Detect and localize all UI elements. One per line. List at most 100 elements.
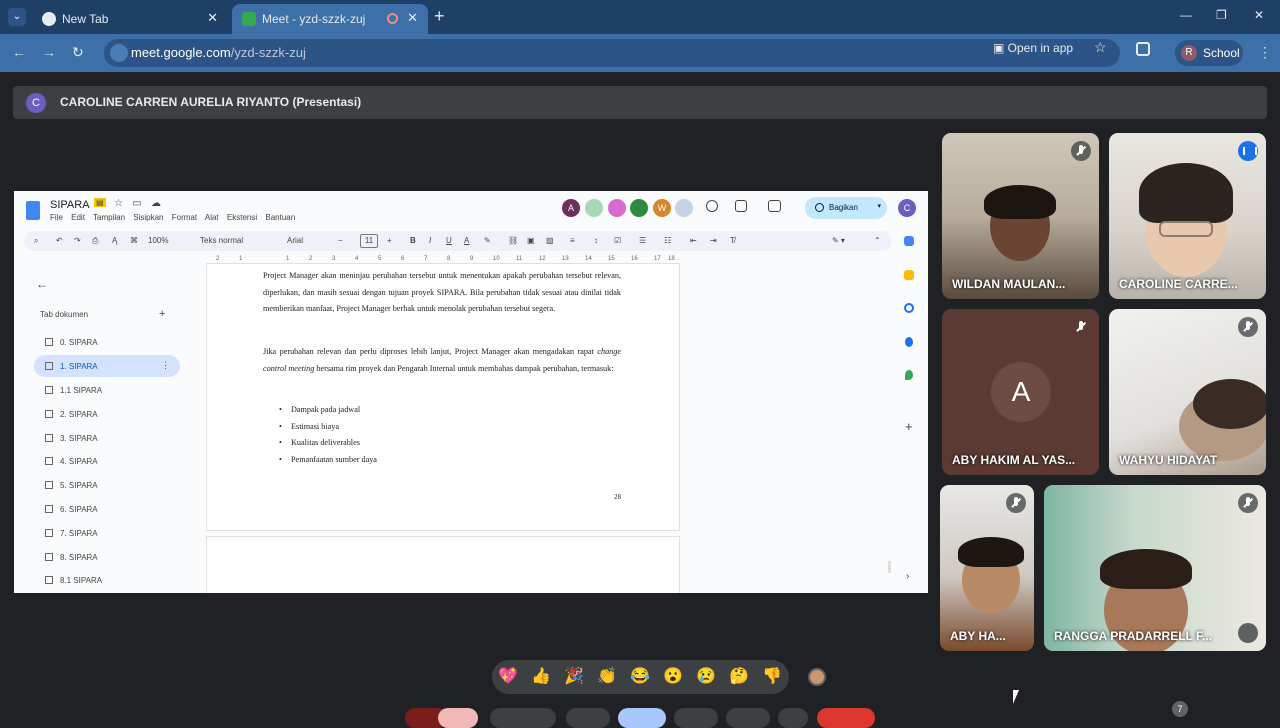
- bold-icon: B: [410, 236, 416, 245]
- ruler-tick: 13: [562, 256, 569, 262]
- raise-hand-button[interactable]: [674, 708, 718, 728]
- back-icon[interactable]: ←: [12, 44, 26, 60]
- participant-tile[interactable]: A ABY HAKIM AL YAS...: [942, 309, 1099, 475]
- participant-tile[interactable]: WAHYU HIDAYAT: [1109, 309, 1266, 475]
- doc-tab-item: 0. SIPARA: [34, 331, 180, 353]
- doc-tab-label: 0. SIPARA: [60, 338, 98, 347]
- reaction-surprised[interactable]: 😮: [663, 667, 683, 687]
- browser-menu-icon[interactable]: ⋮: [1258, 44, 1272, 61]
- expand-panel-icon: ›: [906, 571, 910, 582]
- italic-icon: I: [429, 236, 432, 245]
- ruler-tick: 1: [286, 256, 290, 262]
- skin-tone-button[interactable]: [808, 668, 826, 686]
- more-icon: ⋮: [161, 360, 170, 370]
- camera-button[interactable]: [438, 708, 478, 728]
- menu-insert: Sisipkan: [133, 213, 164, 222]
- reaction-thinking[interactable]: 🤔: [729, 667, 749, 687]
- new-tab-button[interactable]: +: [434, 6, 445, 27]
- add-addon-icon: +: [905, 419, 913, 434]
- participant-tile[interactable]: CAROLINE CARRE...: [1109, 133, 1266, 299]
- profile-button[interactable]: R School: [1175, 40, 1243, 66]
- leave-call-button[interactable]: [817, 708, 875, 728]
- pip-icon[interactable]: [1238, 623, 1258, 643]
- open-in-app-button[interactable]: ▣ Open in app: [993, 41, 1073, 55]
- maximize-icon[interactable]: ❐: [1216, 8, 1227, 22]
- print-icon: ⎙: [92, 236, 99, 245]
- reload-icon[interactable]: ↻: [72, 44, 84, 61]
- presenter-avatar: C: [26, 93, 46, 113]
- reaction-thumbs-up[interactable]: 👍: [531, 667, 551, 687]
- site-info-icon[interactable]: [110, 44, 128, 62]
- clear-format-icon: T̸: [730, 236, 735, 245]
- folder-icon: ▭: [132, 198, 142, 209]
- undo-icon: ↶: [56, 236, 63, 245]
- captions-button[interactable]: [490, 708, 556, 728]
- meet-present-icon: [768, 200, 781, 212]
- meet-icon: [242, 12, 256, 26]
- shared-screen: SIPARA ▤ ☆ ▭ ☁ File Edit Tampilan Sisipk…: [14, 191, 928, 593]
- participant-avatar: A: [991, 362, 1051, 422]
- reaction-sad[interactable]: 😢: [696, 667, 716, 687]
- chrome-icon: [42, 12, 56, 26]
- video-hair: [1100, 549, 1192, 589]
- back-arrow-icon: ←: [36, 277, 48, 291]
- address-bar[interactable]: meet.google.com/yzd-szzk-zuj: [104, 39, 1120, 67]
- ruler-tick: 11: [516, 256, 523, 262]
- comment-add-icon: ▣: [527, 236, 535, 245]
- doc-tab-item: 8.1 SIPARA: [34, 569, 180, 591]
- tab-strip: ⌄ New Tab ✕ Meet - yzd-szzk-zuj ✕ + — ❐ …: [0, 0, 1280, 34]
- ruler-tick: 14: [585, 256, 592, 262]
- doc-menu-bar: File Edit Tampilan Sisipkan Format Alat …: [50, 213, 301, 222]
- doc-tab-item: 6. SIPARA: [34, 498, 180, 520]
- ruler-tick: 5: [378, 256, 382, 262]
- star-icon: ☆: [114, 198, 123, 209]
- doc-tab-item: 8. SIPARA: [34, 546, 180, 568]
- reaction-party[interactable]: 🎉: [564, 667, 584, 687]
- mic-off-icon: [1238, 317, 1258, 337]
- bookmark-star-icon[interactable]: ☆: [1094, 39, 1107, 56]
- extra-button[interactable]: [778, 708, 808, 728]
- reaction-laugh[interactable]: 😂: [630, 667, 650, 687]
- align-icon: ≡: [570, 236, 575, 245]
- reaction-thumbs-down[interactable]: 👎: [762, 667, 782, 687]
- tab-meet[interactable]: Meet - yzd-szzk-zuj ✕: [232, 4, 428, 34]
- minimize-icon[interactable]: —: [1180, 8, 1192, 22]
- cloud-icon: ☁: [151, 198, 161, 209]
- participant-tile[interactable]: ABY HA...: [940, 485, 1034, 651]
- tab-new-tab[interactable]: New Tab ✕: [32, 4, 228, 34]
- tab-search-button[interactable]: ⌄: [8, 8, 26, 26]
- close-window-icon[interactable]: ✕: [1254, 8, 1264, 22]
- doc-tab-item-active: 1. SIPARA ⋮: [34, 355, 180, 377]
- close-tab-icon[interactable]: ✕: [207, 10, 218, 26]
- presenter-label: CAROLINE CARREN AURELIA RIYANTO (Present…: [60, 95, 362, 109]
- doc-bullet-list: Dampak pada jadwal Estimasi biaya Kualit…: [279, 402, 377, 468]
- reaction-clap[interactable]: 👏: [597, 667, 617, 687]
- format-toolbar: ⌕ ↶ ↷ ⎙ Ą ⌘ 100% Teks normal Arial − 11 …: [24, 231, 892, 251]
- close-tab-icon[interactable]: ✕: [407, 10, 418, 26]
- present-button[interactable]: [618, 708, 666, 728]
- extensions-icon[interactable]: [1136, 42, 1150, 56]
- share-label: Bagikan: [829, 203, 858, 212]
- forward-icon[interactable]: →: [42, 44, 56, 60]
- doc-paragraph: Project Manager akan meninjau perubahan …: [263, 271, 621, 313]
- account-avatar: C: [898, 199, 916, 217]
- video-hair: [984, 185, 1056, 219]
- tasks-icon: [904, 303, 914, 313]
- profile-avatar: R: [1181, 45, 1197, 61]
- numbered-list-icon: ☷: [664, 236, 672, 245]
- redo-icon: ↷: [74, 236, 81, 245]
- more-options-button[interactable]: [726, 708, 770, 728]
- doc-tab-label: 8.1 SIPARA: [60, 576, 103, 585]
- participant-tile[interactable]: WILDAN MAULAN...: [942, 133, 1099, 299]
- participant-name: CAROLINE CARRE...: [1119, 277, 1238, 291]
- collaborator-avatar: W: [653, 199, 671, 217]
- emoji-button[interactable]: [566, 708, 610, 728]
- font-select: Arial: [287, 236, 304, 245]
- doc-tab-icon: [45, 576, 53, 584]
- reaction-heart[interactable]: 💖: [498, 667, 518, 687]
- comments-icon: [735, 200, 747, 212]
- doc-tab-label: 1. SIPARA: [60, 362, 98, 371]
- participant-tile[interactable]: RANGGA PRADARRELL F...: [1044, 485, 1266, 651]
- highlight-icon: ✎: [484, 236, 491, 245]
- ruler-tick: 8: [447, 256, 451, 262]
